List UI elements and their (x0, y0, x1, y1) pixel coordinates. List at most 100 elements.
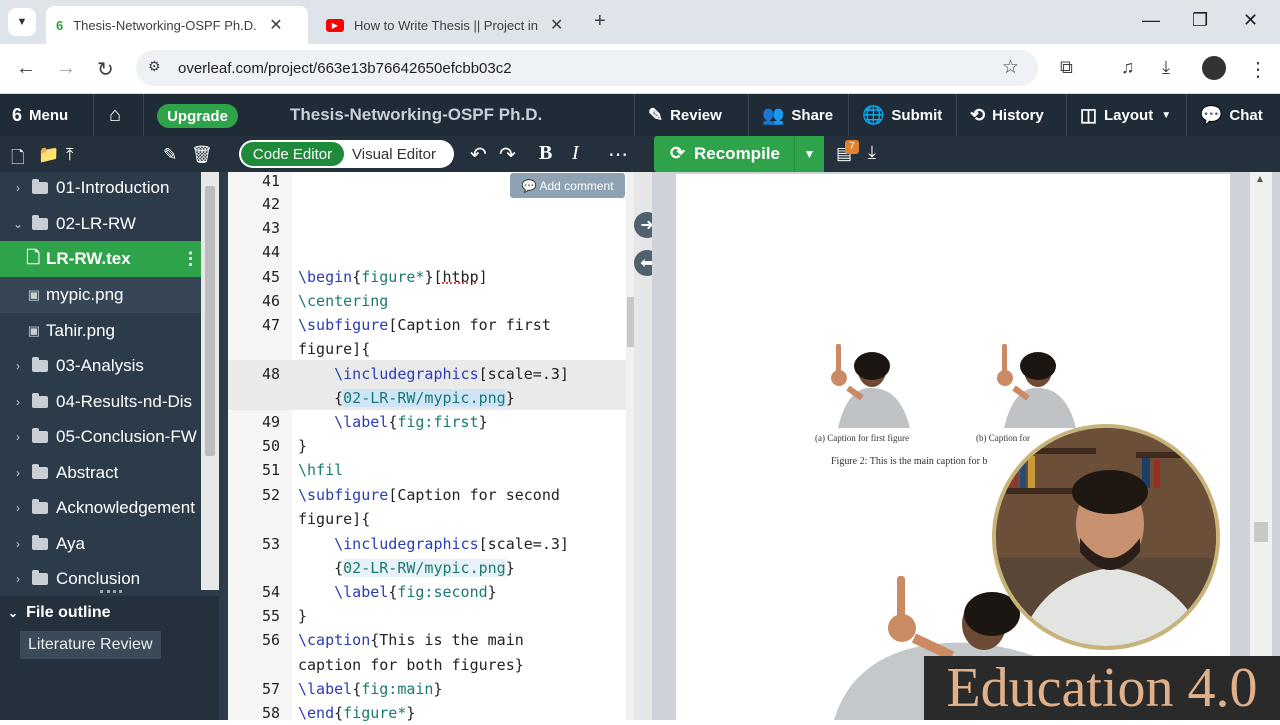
file-outline-header[interactable]: ⌄ File outline (8, 604, 111, 622)
sidebar-collapse-handle[interactable] (219, 172, 228, 720)
new-tab-icon[interactable]: + (594, 10, 606, 33)
file-tree-scrollbar[interactable] (201, 172, 219, 590)
folder-aya[interactable]: › Aya (0, 526, 201, 562)
folder-05-conclusion-fw[interactable]: › 05-Conclusion-FW (0, 419, 201, 455)
chevron-right-icon: › (16, 572, 20, 586)
folder-04-results[interactable]: › 04-Results-nd-Dis (0, 384, 201, 420)
history-button[interactable]: ⟲ History (970, 94, 1044, 136)
code-line: \includegraphics[scale=.3] (334, 535, 569, 553)
scrollbar-thumb[interactable] (1254, 522, 1268, 542)
chevron-right-icon: › (16, 466, 20, 480)
tree-item-label: 02-LR-RW (56, 214, 136, 233)
line-number: 56 (261, 631, 280, 649)
back-icon[interactable]: ← (16, 57, 36, 80)
italic-icon[interactable]: I (572, 142, 579, 165)
chevron-right-icon: › (16, 181, 20, 195)
line-number: 54 (261, 583, 280, 601)
file-options-icon[interactable]: ⋮ (182, 249, 199, 269)
more-icon[interactable]: ⋯ (608, 142, 628, 167)
code-line: \label{fig:main} (298, 680, 443, 698)
code-line: \end{figure*} (298, 704, 416, 722)
chat-button[interactable]: 💬 Chat (1200, 94, 1263, 136)
figure-caption: Figure 2: This is the main caption for b (831, 456, 988, 467)
url-field[interactable]: ⚙ overleaf.com/project/663e13b76642650ef… (136, 50, 1038, 86)
recompile-button[interactable]: ⟳ Recompile ▼ (654, 136, 824, 172)
download-icon[interactable]: ⤓ (1162, 57, 1170, 78)
chevron-right-icon: › (16, 501, 20, 515)
folder-abstract[interactable]: › Abstract (0, 455, 201, 491)
tab-title: How to Write Thesis || Project in Overle… (354, 17, 542, 33)
editor-toolbar: Code Editor Visual Editor ↶ ↷ B I ⋯ (228, 136, 654, 172)
tree-item-label: Abstract (56, 463, 119, 482)
restore-icon[interactable]: ❐ (1192, 10, 1208, 31)
code-line: \hfil (298, 461, 344, 479)
folder-acknowledgement[interactable]: › Acknowledgement (0, 490, 201, 526)
code-editor[interactable]: 41 42 43 44 45 46 47 48 49 50 51 52 53 5… (228, 172, 642, 722)
file-mypic-png[interactable]: ▣ mypic.png (0, 277, 201, 313)
bookmark-star-icon[interactable]: ☆ (1002, 56, 1019, 79)
site-info-icon[interactable]: ⚙ (148, 58, 161, 75)
share-button[interactable]: 👥 Share (762, 94, 833, 136)
tab-search-icon[interactable]: ▼ (8, 8, 36, 36)
project-title[interactable]: Thesis-Networking-OSPF Ph.D. (290, 94, 542, 136)
folder-03-analysis[interactable]: › 03-Analysis (0, 348, 201, 384)
code-editor-tab[interactable]: Code Editor (241, 142, 344, 166)
tree-item-label: Conclusion (56, 569, 141, 588)
visual-editor-tab[interactable]: Visual Editor (352, 146, 436, 163)
tree-item-label: 04-Results-nd-Dis (56, 392, 193, 411)
line-number: 47 (261, 316, 280, 334)
browser-tab-overleaf[interactable]: 6 Thesis-Networking-OSPF Ph.D. - Online … (46, 6, 308, 44)
line-number: 45 (261, 268, 280, 286)
code-line: \subfigure[Caption for first (298, 316, 551, 334)
add-comment-label: Add comment (539, 178, 614, 193)
folder-01-introduction[interactable]: › 01-Introduction (0, 170, 201, 206)
browser-tab-youtube[interactable]: ▶ How to Write Thesis || Project in Over… (316, 6, 582, 44)
browser-menu-icon[interactable]: ⋮ (1248, 57, 1268, 82)
outline-item[interactable]: Literature Review (20, 631, 161, 659)
minimize-icon[interactable]: — (1142, 10, 1160, 31)
reload-icon[interactable]: ↻ (97, 57, 114, 82)
code-line: \centering (298, 292, 389, 310)
review-button[interactable]: ✎ Review (648, 94, 722, 136)
new-folder-icon[interactable]: 📁 (38, 145, 59, 165)
resize-handle[interactable] (100, 590, 122, 594)
close-window-icon[interactable]: ✕ (1243, 10, 1258, 31)
rename-pencil-icon[interactable]: ✎ (163, 145, 177, 165)
extensions-icon[interactable]: ⧉ (1060, 57, 1073, 78)
chevron-down-icon: ▼ (1161, 109, 1172, 121)
line-number: 51 (261, 461, 280, 479)
layout-button[interactable]: ◫ Layout ▼ (1080, 94, 1171, 136)
close-tab-icon[interactable]: ✕ (550, 15, 563, 35)
upgrade-button[interactable]: Upgrade (157, 104, 238, 128)
add-comment-button[interactable]: 💬 Add comment (510, 173, 625, 198)
home-button[interactable]: ⌂ (109, 94, 128, 136)
undo-icon[interactable]: ↶ (470, 142, 487, 167)
line-number: 49 (261, 413, 280, 431)
divider (848, 94, 849, 136)
folder-icon (32, 393, 48, 408)
recompile-options-button[interactable]: ▼ (794, 136, 824, 172)
panel-divider[interactable]: ➜ ⬅ (634, 172, 660, 720)
file-tahir-png[interactable]: ▣ Tahir.png (0, 313, 201, 349)
download-pdf-icon[interactable]: ⤓ (868, 142, 876, 163)
upload-icon[interactable]: ⤒ (66, 145, 74, 165)
folder-02-lr-rw[interactable]: ⌄ 02-LR-RW (0, 206, 201, 242)
pdf-scrollbar[interactable]: ▲ (1250, 172, 1272, 720)
line-number: 42 (261, 195, 280, 213)
chat-label: Chat (1229, 106, 1263, 124)
menu-button[interactable]: 6 Menu (12, 94, 68, 136)
submit-button[interactable]: 🌐 Submit (862, 94, 942, 136)
scrollbar-thumb[interactable] (205, 186, 215, 456)
pdf-viewer[interactable]: (a) Caption for first figure (b) Caption… (652, 172, 1280, 720)
media-control-icon[interactable]: ♫ (1121, 57, 1135, 78)
redo-icon[interactable]: ↷ (499, 142, 516, 167)
forward-icon[interactable]: → (56, 57, 76, 80)
profile-avatar[interactable] (1202, 56, 1226, 80)
bold-icon[interactable]: B (539, 142, 552, 165)
file-lr-rw-tex[interactable]: 🗋 LR-RW.tex ⋮ (0, 241, 201, 277)
delete-trash-icon[interactable]: 🗑 (191, 145, 213, 165)
editor-mode-toggle[interactable]: Code Editor Visual Editor (239, 140, 454, 168)
code-line: \subfigure[Caption for second (298, 486, 560, 504)
scroll-up-icon[interactable]: ▲ (1255, 174, 1265, 185)
close-tab-icon[interactable]: ✕ (269, 15, 282, 35)
